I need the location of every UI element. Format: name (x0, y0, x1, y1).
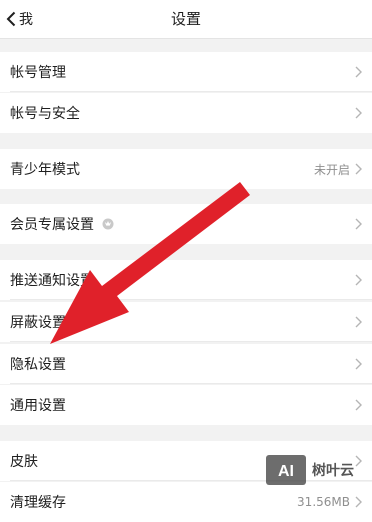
settings-row-privacy-settings[interactable]: 隐私设置 (0, 344, 372, 384)
settings-row-vip-settings[interactable]: 会员专属设置 (0, 204, 372, 244)
page-title: 设置 (170, 10, 201, 28)
vip-crown-icon (102, 218, 114, 230)
chevron-right-icon (355, 66, 362, 78)
chevron-right-icon (355, 163, 362, 175)
chevron-right-icon (355, 218, 362, 230)
settings-row-clear-cache[interactable]: 清理缓存 31.56MB (0, 482, 372, 522)
row-label: 帐号管理 (10, 65, 66, 81)
settings-row-account-security[interactable]: 帐号与安全 (0, 93, 372, 133)
row-label: 屏蔽设置 (10, 315, 66, 331)
row-label: 会员专属设置 (10, 217, 94, 233)
watermark-logo: AI (266, 455, 306, 485)
settings-row-block-settings[interactable]: 屏蔽设置 (0, 302, 372, 342)
row-label: 青少年模式 (10, 162, 80, 178)
svg-text:AI: AI (278, 463, 294, 479)
watermark-text: 树叶云 (312, 463, 354, 479)
chevron-right-icon (355, 274, 362, 286)
row-label: 通用设置 (10, 398, 66, 414)
chevron-right-icon (355, 358, 362, 370)
settings-row-account-management[interactable]: 帐号管理 (0, 52, 372, 92)
settings-row-teen-mode[interactable]: 青少年模式 未开启 (0, 149, 372, 189)
chevron-right-icon (355, 399, 362, 411)
cache-size: 31.56MB (297, 495, 350, 509)
settings-row-push-notifications[interactable]: 推送通知设置 (0, 260, 372, 300)
settings-row-general-settings[interactable]: 通用设置 (0, 385, 372, 425)
nav-bar: 我 设置 (0, 0, 372, 39)
row-label: 推送通知设置 (10, 273, 94, 289)
row-label: 帐号与安全 (10, 106, 80, 122)
row-label: 皮肤 (10, 454, 38, 470)
row-label: 清理缓存 (10, 495, 66, 511)
chevron-right-icon (355, 496, 362, 508)
row-label: 隐私设置 (10, 357, 66, 373)
chevron-right-icon (355, 316, 362, 328)
chevron-right-icon (355, 107, 362, 119)
teen-mode-status: 未开启 (313, 162, 350, 177)
watermark: AI 树叶云 (266, 452, 372, 488)
